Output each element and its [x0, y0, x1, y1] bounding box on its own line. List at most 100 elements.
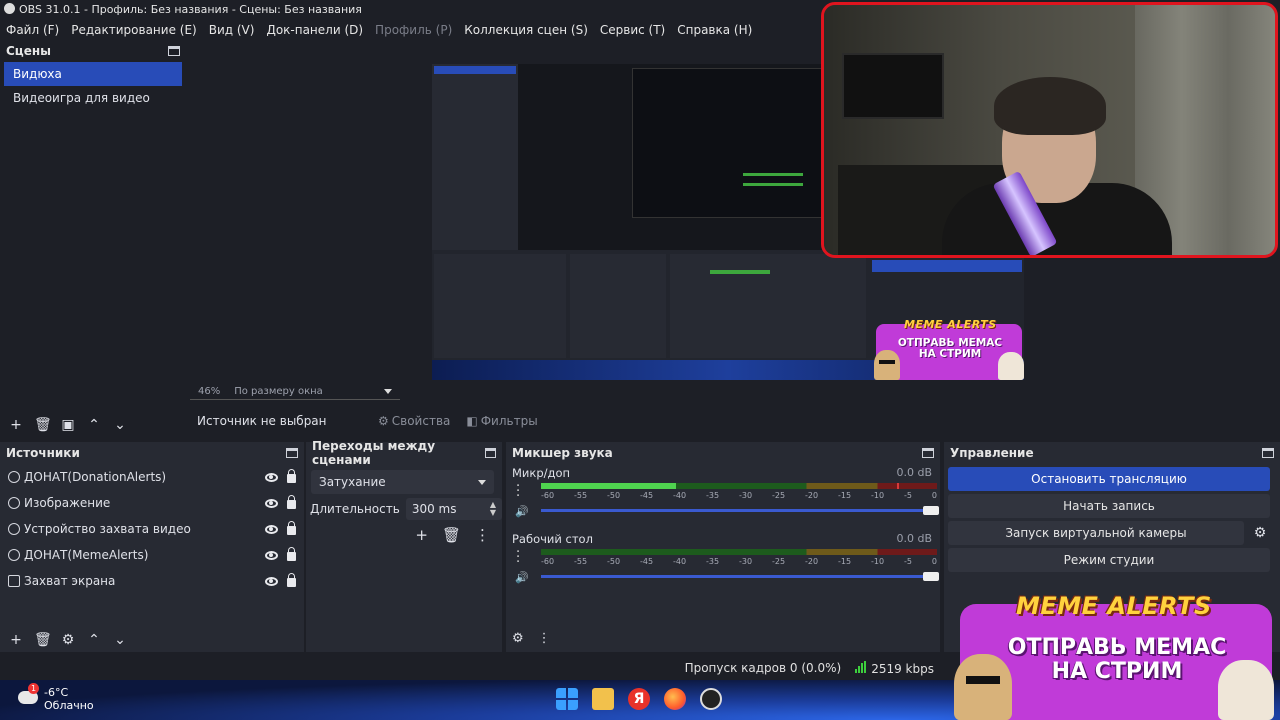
- visibility-eye-icon[interactable]: [265, 550, 278, 560]
- weather-condition: Облачно: [44, 699, 94, 712]
- transitions-header: Переходы между сценами: [306, 439, 502, 467]
- source-properties-icon[interactable]: ⚙: [60, 632, 76, 648]
- image-icon: [8, 497, 20, 509]
- add-scene-icon[interactable]: +: [8, 417, 24, 433]
- speaker-icon[interactable]: 🔊: [515, 505, 529, 518]
- chevron-down-icon: [478, 479, 486, 485]
- source-item[interactable]: Изображение: [0, 490, 304, 516]
- duration-stepper[interactable]: 300 ms ▲ ▼: [405, 498, 502, 520]
- tv-in-room: [842, 53, 944, 119]
- duration-label: Длительность: [310, 502, 400, 516]
- studio-mode-button[interactable]: Режим студии: [948, 548, 1270, 572]
- obs-taskbar-icon[interactable]: [700, 688, 722, 710]
- speaker-icon[interactable]: 🔊: [515, 571, 529, 584]
- yandex-browser-icon[interactable]: Я: [628, 688, 650, 710]
- webcam-overlay: [821, 2, 1278, 258]
- meme-title: MEME ALERTS: [1016, 592, 1212, 620]
- menu-help[interactable]: Справка (H): [671, 23, 758, 37]
- controls-title: Управление: [950, 446, 1034, 460]
- properties-label: Свойства: [391, 414, 451, 428]
- menu-file[interactable]: Файл (F): [0, 23, 65, 37]
- windows-start-icon[interactable]: [556, 688, 578, 710]
- menu-scene-collection[interactable]: Коллекция сцен (S): [458, 23, 594, 37]
- zoom-dropdown-icon[interactable]: [384, 389, 392, 394]
- lock-icon[interactable]: [287, 495, 296, 509]
- add-source-icon[interactable]: +: [8, 632, 24, 648]
- channel-menu-icon[interactable]: · · ·: [516, 546, 520, 569]
- scenes-title: Сцены: [6, 44, 51, 58]
- more-options-icon[interactable]: ⋮: [538, 631, 551, 646]
- preview-zoom-control[interactable]: 46% По размеру окна: [190, 384, 400, 400]
- cloud-icon: 1: [18, 683, 39, 704]
- file-explorer-icon[interactable]: [592, 688, 614, 710]
- volume-slider[interactable]: [541, 572, 939, 581]
- temperature: -6°C: [44, 686, 69, 699]
- undock-icon[interactable]: [168, 46, 180, 56]
- firefox-icon[interactable]: [664, 688, 686, 710]
- meter-tick-label: -25: [772, 491, 786, 500]
- source-label: ДОНАТ(MemeAlerts): [24, 548, 149, 562]
- lock-icon[interactable]: [287, 469, 296, 483]
- meter-tick-label: -10: [871, 491, 885, 500]
- weather-widget[interactable]: 1 -6°C Облачно: [18, 683, 94, 712]
- remove-scene-icon[interactable]: 🗑: [34, 417, 52, 433]
- move-down-icon[interactable]: ⌄: [112, 632, 128, 648]
- meter-tick-label: -15: [838, 491, 852, 500]
- decrement-icon[interactable]: ▼: [490, 509, 496, 517]
- virtual-camera-settings-icon[interactable]: ⚙: [1250, 521, 1270, 545]
- move-up-icon[interactable]: ⌃: [86, 632, 102, 648]
- source-label: Устройство захвата видео: [24, 522, 191, 536]
- scene-filters-icon[interactable]: ▣: [60, 417, 76, 433]
- undock-icon[interactable]: [922, 448, 934, 458]
- channel-menu-icon[interactable]: · · ·: [516, 480, 520, 503]
- slider-knob[interactable]: [923, 572, 939, 581]
- filters-label: Фильтры: [480, 414, 538, 428]
- start-recording-button[interactable]: Начать запись: [948, 494, 1270, 518]
- visibility-eye-icon[interactable]: [265, 576, 278, 586]
- transition-select[interactable]: Затухание: [311, 470, 494, 494]
- meter-tick-label: -20: [805, 491, 819, 500]
- source-item[interactable]: ДОНАТ(DonationAlerts): [0, 464, 304, 490]
- lock-icon[interactable]: [287, 547, 296, 561]
- meter-tick-label: -5: [904, 491, 912, 500]
- meter-tick-label: -5: [904, 557, 912, 566]
- source-item[interactable]: Устройство захвата видео: [0, 516, 304, 542]
- source-item[interactable]: Захват экрана: [0, 568, 304, 594]
- stop-stream-button[interactable]: Остановить трансляцию: [948, 467, 1270, 491]
- volume-slider[interactable]: [541, 506, 939, 515]
- menu-view[interactable]: Вид (V): [203, 23, 261, 37]
- visibility-eye-icon[interactable]: [265, 472, 278, 482]
- window-title: OBS 31.0.1 - Профиль: Без названия - Сце…: [19, 3, 362, 16]
- lock-icon[interactable]: [287, 573, 296, 587]
- more-options-icon[interactable]: ⋮: [475, 526, 490, 544]
- add-transition-icon[interactable]: +: [415, 526, 428, 544]
- undock-icon[interactable]: [484, 448, 496, 458]
- move-up-icon[interactable]: ⌃: [86, 417, 102, 433]
- remove-transition-icon[interactable]: 🗑: [442, 526, 461, 544]
- monitor-icon: [8, 575, 20, 587]
- move-down-icon[interactable]: ⌄: [112, 417, 128, 433]
- slider-knob[interactable]: [923, 506, 939, 515]
- start-virtual-camera-button[interactable]: Запуск виртуальной камеры: [948, 521, 1244, 545]
- menu-edit[interactable]: Редактирование (E): [65, 23, 202, 37]
- menu-tools[interactable]: Сервис (T): [594, 23, 671, 37]
- visibility-eye-icon[interactable]: [265, 524, 278, 534]
- undock-icon[interactable]: [1262, 448, 1274, 458]
- gear-icon: ⚙: [378, 414, 389, 428]
- meter-tick-label: -40: [673, 557, 687, 566]
- menu-docks[interactable]: Док-панели (D): [260, 23, 369, 37]
- properties-button[interactable]: ⚙ Свойства: [370, 414, 458, 428]
- undock-icon[interactable]: [286, 448, 298, 458]
- filters-button[interactable]: ◧ Фильтры: [458, 414, 545, 428]
- advanced-audio-gear-icon[interactable]: ⚙: [512, 631, 524, 646]
- source-item[interactable]: ДОНАТ(MemeAlerts): [0, 542, 304, 568]
- lock-icon[interactable]: [287, 521, 296, 535]
- visibility-eye-icon[interactable]: [265, 498, 278, 508]
- scene-item-videogame[interactable]: Видеоигра для видео: [4, 86, 182, 110]
- person-hair: [994, 77, 1106, 135]
- nested-stop-button: [872, 260, 1022, 272]
- remove-source-icon[interactable]: 🗑: [34, 632, 52, 648]
- volume-meter: [541, 483, 937, 489]
- scene-item-vidyuha[interactable]: Видюха: [4, 62, 182, 86]
- camera-icon: [8, 523, 20, 535]
